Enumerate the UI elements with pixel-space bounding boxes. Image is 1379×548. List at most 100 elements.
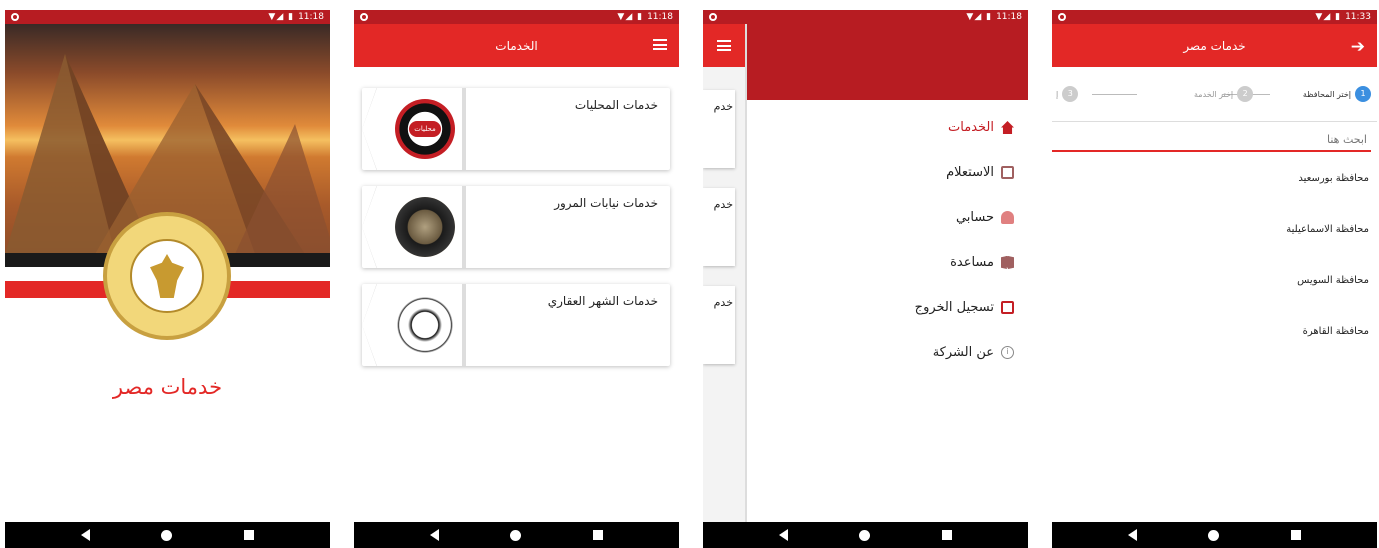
recents-nav-icon[interactable]: [942, 530, 953, 540]
real-estate-logo: [395, 295, 455, 355]
card-label: خدم: [713, 296, 733, 309]
menu-item-inquiry[interactable]: الاستعلام: [946, 165, 1014, 180]
step-label: إختر المحافظة: [1302, 89, 1351, 99]
card-label: خدمات الشهر العقاري: [547, 294, 658, 308]
back-nav-icon[interactable]: [1127, 529, 1137, 541]
service-card-traffic[interactable]: خدمات نيابات المرور: [362, 186, 670, 268]
card-label: خدم: [713, 198, 733, 211]
step-connector: [1092, 94, 1137, 95]
nav-bar: [1052, 522, 1377, 548]
service-card-local[interactable]: محليات خدمات المحليات: [362, 88, 670, 170]
menu-label: الاستعلام: [946, 165, 994, 180]
governorate-screen: ▼◢ ▮ 11:33 خدمات مصر ➔ إختر المحافظة 1 إخ…: [1052, 10, 1377, 548]
home-nav-icon[interactable]: [161, 529, 173, 541]
splash-screen: ▼◢ ▮ 11:18 خدمات مصر: [5, 10, 330, 548]
signal-icon: ▼◢ ▮: [1315, 12, 1342, 22]
background-content: خدم خدم خدم: [703, 24, 745, 522]
menu-label: الخدمات: [948, 120, 994, 135]
page-title: خدمات مصر: [1183, 38, 1246, 53]
notification-icon: [1058, 13, 1066, 21]
status-time: 11:33: [1345, 12, 1371, 22]
drawer-screen: ▼◢ ▮ 11:18 خدم خدم خدم الخدمات الاستعلام …: [703, 10, 1028, 548]
step-1[interactable]: إختر المحافظة 1: [1303, 86, 1371, 102]
back-nav-icon[interactable]: [80, 529, 90, 541]
book-icon: [1001, 256, 1014, 269]
service-card-real-estate[interactable]: خدمات الشهر العقاري: [362, 284, 670, 366]
step-number: 3: [1062, 86, 1079, 102]
status-time: 11:18: [647, 12, 673, 22]
recents-nav-icon[interactable]: [1291, 530, 1302, 540]
app-title: خدمات مصر: [112, 375, 223, 399]
traffic-prosecution-logo: [395, 197, 455, 257]
service-card-partial[interactable]: خدم: [703, 90, 735, 168]
home-nav-icon[interactable]: [1208, 529, 1220, 541]
menu-label: تسجيل الخروج: [914, 300, 994, 315]
step-label: إختر الخدمة: [1194, 89, 1234, 99]
signal-icon: ▼◢ ▮: [617, 12, 644, 22]
app-bar: خدمات مصر ➔: [1052, 24, 1377, 67]
status-time: 11:18: [298, 12, 324, 22]
search-doc-icon: [1001, 166, 1014, 179]
menu-item-about[interactable]: عن الشركة i: [933, 345, 1014, 360]
info-icon: i: [1001, 346, 1014, 359]
status-bar: ▼◢ ▮ 11:33: [1052, 10, 1377, 24]
user-icon: [1001, 211, 1014, 224]
menu-label: حسابي: [955, 210, 994, 225]
eagle-icon: [150, 254, 184, 298]
governorate-item[interactable]: محافظة القاهرة: [1303, 326, 1369, 337]
nav-bar: [5, 522, 330, 548]
step-number: 2: [1237, 86, 1254, 102]
hamburger-menu-icon[interactable]: [717, 40, 731, 51]
search-divider: [1052, 121, 1377, 122]
menu-label: عن الشركة: [932, 345, 994, 360]
home-icon: [1001, 121, 1014, 134]
logo-text: محليات: [409, 121, 441, 137]
stepper: إختر المحافظة 1 إختر الخدمة 2 إ 3: [1052, 84, 1377, 106]
back-nav-icon[interactable]: [778, 529, 788, 541]
back-nav-icon[interactable]: [429, 529, 439, 541]
signal-icon: ▼◢ ▮: [268, 12, 295, 22]
search-input[interactable]: [1052, 128, 1371, 152]
status-time: 11:18: [996, 12, 1022, 22]
recents-nav-icon[interactable]: [593, 530, 604, 540]
menu-item-services[interactable]: الخدمات: [948, 120, 1014, 135]
governorate-item[interactable]: محافظة السويس: [1297, 275, 1369, 286]
services-screen: ▼◢ ▮ 11:18 الخدمات محليات خدمات المحليات …: [354, 10, 679, 548]
menu-item-logout[interactable]: تسجيل الخروج: [915, 300, 1014, 315]
card-label: خدم: [713, 100, 733, 113]
page-title: الخدمات: [495, 38, 538, 53]
nav-bar: [703, 522, 1028, 548]
governorate-item[interactable]: محافظة بورسعيد: [1298, 173, 1369, 184]
notification-icon: [709, 13, 717, 21]
step-2[interactable]: إختر الخدمة 2: [1194, 86, 1254, 102]
ministry-seal-logo: [103, 212, 231, 340]
home-nav-icon[interactable]: [510, 529, 522, 541]
card-label: خدمات نيابات المرور: [554, 196, 658, 210]
nav-bar: [354, 522, 679, 548]
recents-nav-icon[interactable]: [244, 530, 255, 540]
hamburger-menu-icon[interactable]: [653, 39, 667, 50]
step-3[interactable]: إ 3: [1056, 86, 1079, 102]
governorate-item[interactable]: محافظة الاسماعيلية: [1286, 224, 1369, 235]
status-bar: ▼◢ ▮ 11:18: [354, 10, 679, 24]
card-label: خدمات المحليات: [574, 98, 658, 112]
status-bar: ▼◢ ▮ 11:18: [5, 10, 330, 24]
navigation-drawer: الخدمات الاستعلام حسابي مساعدة تسجيل الخ…: [745, 24, 1028, 522]
arrow-right-icon[interactable]: ➔: [1351, 37, 1365, 57]
menu-label: مساعدة: [950, 255, 994, 270]
app-bar: الخدمات: [354, 24, 679, 67]
status-bar: ▼◢ ▮ 11:18: [703, 10, 1028, 24]
menu-item-account[interactable]: حسابي: [956, 210, 1014, 225]
signal-icon: ▼◢ ▮: [966, 12, 993, 22]
service-card-partial[interactable]: خدم: [703, 188, 735, 266]
home-nav-icon[interactable]: [859, 529, 871, 541]
menu-item-help[interactable]: مساعدة: [950, 255, 1014, 270]
local-services-logo: محليات: [395, 99, 455, 159]
service-card-partial[interactable]: خدم: [703, 286, 735, 364]
notification-icon: [360, 13, 368, 21]
notification-icon: [11, 13, 19, 21]
drawer-header: [747, 24, 1028, 100]
step-label: إ: [1056, 89, 1059, 99]
logout-icon: [1001, 301, 1014, 314]
step-number: 1: [1355, 86, 1371, 102]
